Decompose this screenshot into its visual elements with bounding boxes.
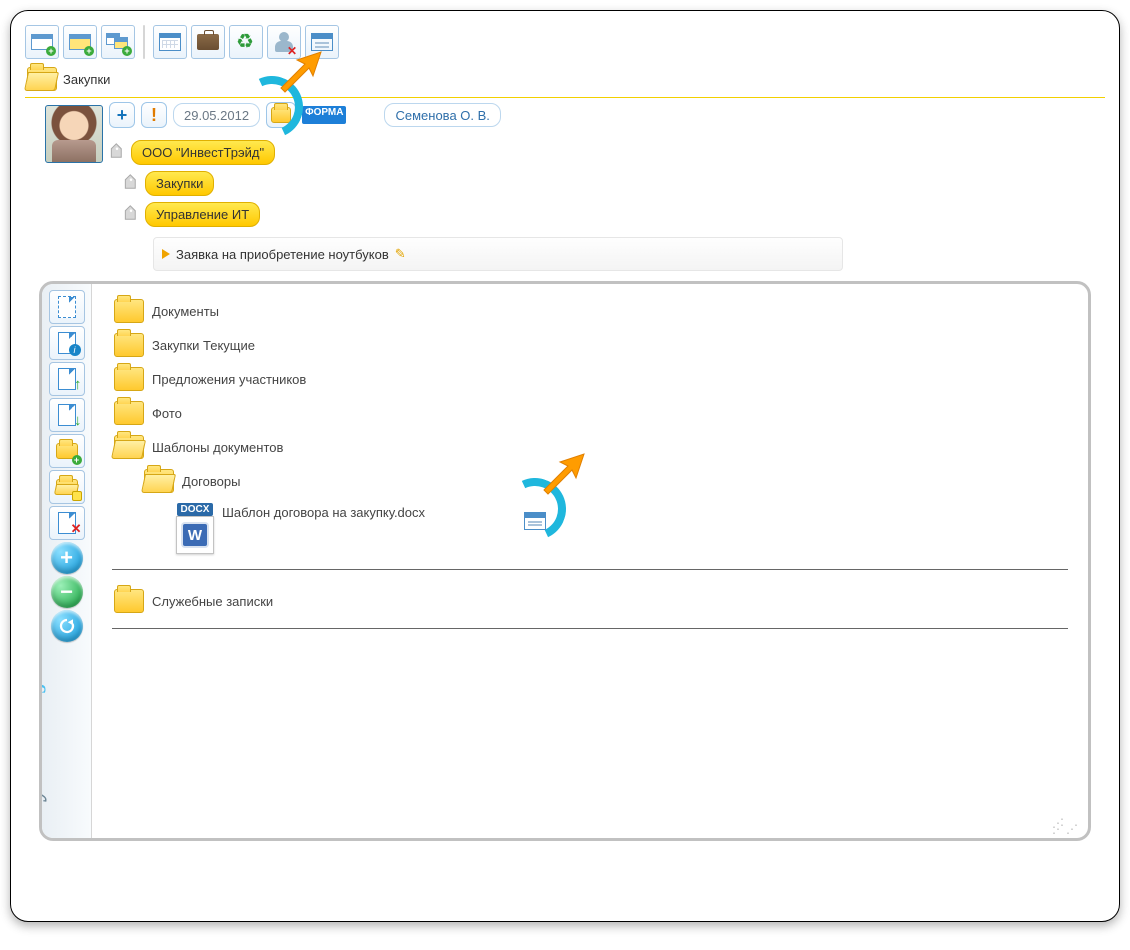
tag-chip[interactable]: Управление ИТ [145,202,260,227]
tag-icon [120,172,143,195]
add-button[interactable]: + [109,102,135,128]
side-download[interactable]: ↓ [49,398,85,432]
toolbar-recycle[interactable]: ♻ [229,25,263,59]
breadcrumb-label[interactable]: Закупки [63,72,110,87]
tag-chip[interactable]: ООО "ИнвестТрэйд" [131,140,275,165]
triangle-icon [162,249,170,259]
tree-folder[interactable]: Документы [112,294,1068,328]
divider [25,97,1105,98]
brand-label: PayDoxCatalogue [39,662,48,828]
toolbar-list-view[interactable] [305,25,339,59]
toolbar-new-window[interactable]: + [25,25,59,59]
side-refresh[interactable] [51,610,83,642]
tree-file[interactable]: DOCX W Шаблон договора на закупку.docx [174,498,1068,559]
docx-icon: DOCX W [176,503,214,554]
folder-icon[interactable] [27,67,57,91]
toolbar-new-tiles[interactable]: + [101,25,135,59]
toolbar-briefcase[interactable] [191,25,225,59]
side-expand-all[interactable]: + [51,542,83,574]
resize-handle-icon[interactable]: ⋰⋰⋰ [1052,820,1080,832]
file-action-icon[interactable] [524,512,546,530]
side-new-folder[interactable]: + [49,434,85,468]
author-pill[interactable]: Семенова О. В. [384,103,500,127]
tag-icon [106,141,129,164]
tree-folder[interactable]: Предложения участников [112,362,1068,396]
toolbar-separator [143,25,145,59]
toolbar-remove-user[interactable]: ✕ [267,25,301,59]
toolbar-calendar[interactable] [153,25,187,59]
attach-folder-button[interactable] [266,102,296,128]
tree-separator [112,569,1068,570]
tree-subfolder[interactable]: Договоры [142,464,1068,498]
toolbar-new-subwindow[interactable]: + [63,25,97,59]
tree-separator [112,628,1068,629]
side-upload[interactable]: ↑ [49,362,85,396]
side-delete-doc[interactable]: ✕ [49,506,85,540]
top-toolbar: + + + ♻ ✕ [25,25,1105,59]
tag-chip[interactable]: Закупки [145,171,214,196]
pencil-icon[interactable]: ✎ [395,246,406,262]
side-folder-props[interactable] [49,470,85,504]
tree-folder[interactable]: Закупки Текущие [112,328,1068,362]
alert-button[interactable]: ! [141,102,167,128]
subject-text: Заявка на приобретение ноутбуков [176,247,389,262]
date-pill[interactable]: 29.05.2012 [173,103,260,127]
side-new-doc[interactable] [49,290,85,324]
side-doc-info[interactable]: i [49,326,85,360]
tree-folder[interactable]: Фото [112,396,1068,430]
tree-folder[interactable]: Служебные записки [112,584,1068,618]
file-name: Шаблон договора на закупку.docx [222,505,425,520]
side-collapse-all[interactable]: − [51,576,83,608]
tree-folder[interactable]: Шаблоны документов [112,430,1068,464]
catalogue-panel: i ↑ ↓ + ✕ + − PayDoxCatalogue Документы [39,281,1091,841]
forma-badge[interactable]: ФОРМА [302,106,346,124]
folder-tree: Документы Закупки Текущие Предложения уч… [92,284,1088,838]
subject-bar[interactable]: Заявка на приобретение ноутбуков ✎ [153,237,843,271]
tag-icon [120,203,143,226]
avatar[interactable] [45,105,103,163]
catalogue-side-toolbar: i ↑ ↓ + ✕ + − [42,284,92,838]
